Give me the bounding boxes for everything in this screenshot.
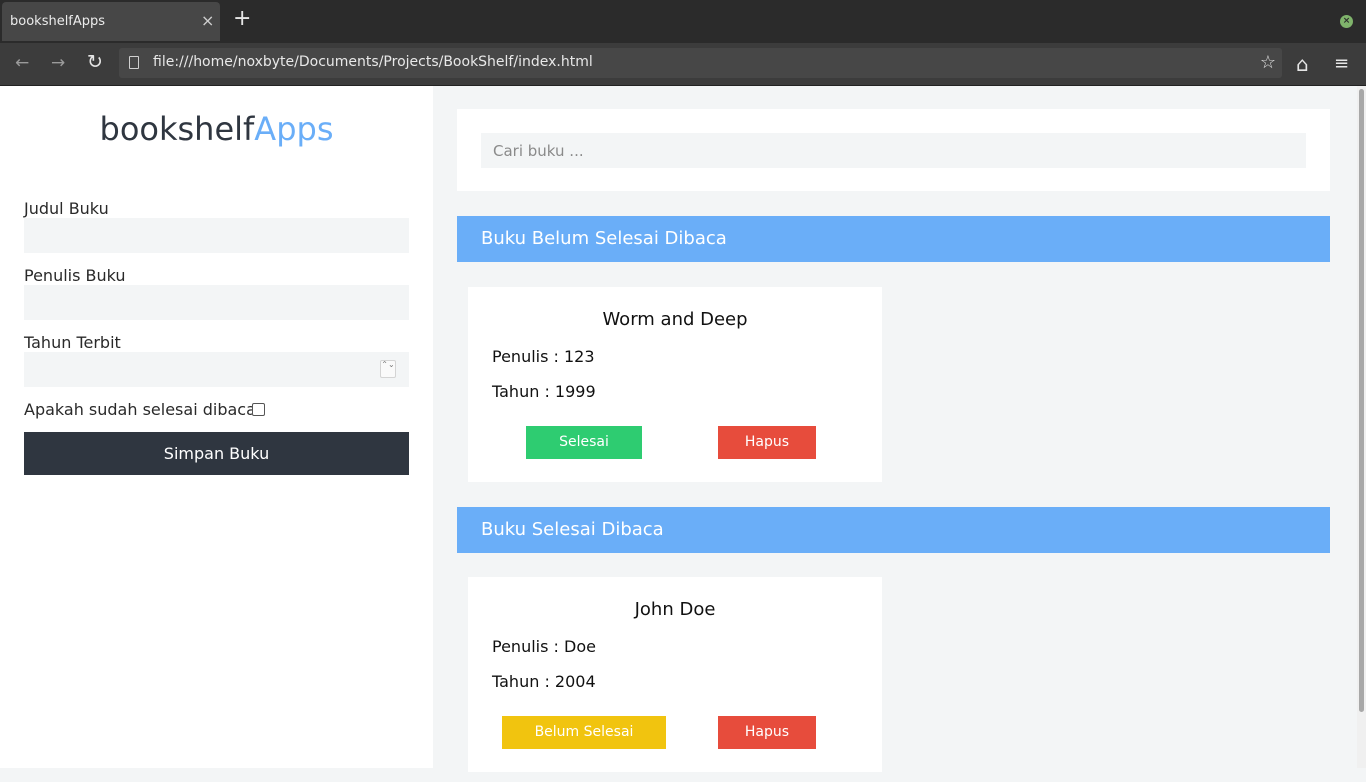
author-label: Penulis Buku	[24, 266, 126, 285]
input-sidebar: bookshelfApps Judul Buku Penulis Buku Ta…	[0, 86, 433, 768]
menu-icon[interactable]: ≡	[1334, 53, 1349, 74]
bookmark-star-icon[interactable]: ☆	[1260, 52, 1276, 73]
delete-book-button[interactable]: Hapus Buku	[718, 426, 816, 483]
file-icon	[129, 56, 139, 69]
mark-complete-button[interactable]: Selesai Dibaca	[526, 426, 642, 483]
book-title: John Doe	[634, 599, 716, 620]
complete-label: Apakah sudah selesai dibaca?	[24, 400, 265, 419]
search-input[interactable]	[481, 133, 1306, 168]
book-author: Penulis : Doe	[492, 637, 596, 656]
book-author: Penulis : 123	[492, 347, 595, 366]
book-year: Tahun : 2004	[492, 672, 596, 691]
url-bar[interactable]: file:///home/noxbyte/Documents/Projects/…	[119, 48, 1282, 78]
page: bookshelfApps Judul Buku Penulis Buku Ta…	[0, 86, 1366, 773]
home-icon[interactable]: ⌂	[1296, 52, 1309, 76]
mark-incomplete-button[interactable]: Belum Selesai Dibaca	[502, 716, 666, 773]
search-card	[457, 109, 1330, 191]
scrollbar-thumb[interactable]	[1359, 89, 1364, 712]
logo-main: bookshelf	[99, 110, 255, 148]
complete-checkbox[interactable]	[252, 403, 265, 416]
tab-close-icon[interactable]: ×	[201, 11, 214, 30]
browser-tab[interactable]: bookshelfApps ×	[2, 2, 220, 41]
window-close-icon[interactable]: ×	[1340, 15, 1353, 28]
incomplete-section-heading: Buku Belum Selesai Dibaca	[457, 216, 1330, 262]
book-card: Worm and Deep Penulis : 123 Tahun : 1999…	[468, 287, 882, 483]
title-label: Judul Buku	[24, 199, 109, 218]
app-logo: bookshelfApps	[0, 110, 433, 148]
browser-tab-bar: bookshelfApps × + ×	[0, 0, 1366, 43]
browser-nav-bar: ← → ↻ file:///home/noxbyte/Documents/Pro…	[0, 43, 1366, 86]
year-input[interactable]	[24, 352, 409, 387]
delete-book-button[interactable]: Hapus Buku	[718, 716, 816, 773]
year-label: Tahun Terbit	[24, 333, 121, 352]
book-card: John Doe Penulis : Doe Tahun : 2004 Belu…	[468, 577, 882, 773]
page-scrollbar[interactable]	[1357, 86, 1366, 768]
forward-icon[interactable]: →	[51, 54, 65, 72]
new-tab-icon[interactable]: +	[233, 8, 251, 30]
logo-accent: Apps	[254, 110, 334, 148]
complete-section-heading: Buku Selesai Dibaca	[457, 507, 1330, 553]
year-spinner[interactable]: ⌃⌄	[380, 360, 396, 378]
save-book-button[interactable]: Simpan Buku	[24, 432, 409, 475]
back-icon[interactable]: ←	[15, 54, 29, 72]
book-title: Worm and Deep	[602, 309, 748, 330]
author-input[interactable]	[24, 285, 409, 320]
reload-icon[interactable]: ↻	[87, 53, 103, 72]
tab-title: bookshelfApps	[10, 14, 106, 29]
book-year: Tahun : 1999	[492, 382, 596, 401]
url-text: file:///home/noxbyte/Documents/Projects/…	[153, 54, 593, 70]
title-input[interactable]	[24, 218, 409, 253]
main-content: Buku Belum Selesai Dibaca Worm and Deep …	[433, 86, 1357, 773]
